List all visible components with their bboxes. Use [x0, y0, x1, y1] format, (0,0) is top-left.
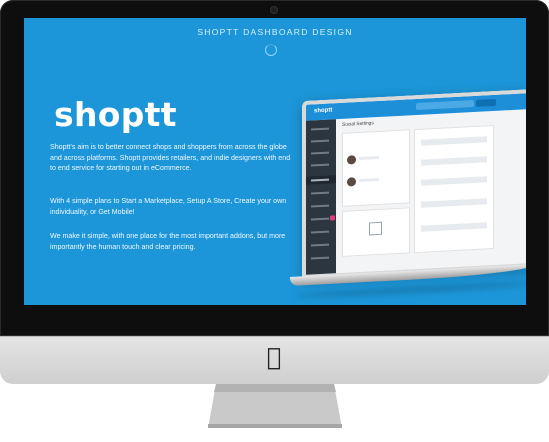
sidebar-item	[311, 151, 329, 155]
dashboard-sidebar	[306, 119, 336, 280]
monitor-stand	[208, 384, 342, 428]
sidebar-item	[311, 243, 329, 247]
avatar	[347, 177, 356, 187]
dashboard-topbar: shoptt	[306, 93, 526, 121]
plans-paragraph: With 4 simple plans to Start a Marketpla…	[50, 197, 287, 216]
sidebar-item	[311, 217, 329, 221]
monitor-bezel: SHOPTT DASHBOARD DESIGN shoptt Shoptt's …	[0, 0, 549, 336]
sidebar-item	[311, 256, 329, 260]
intro-paragraph: Shoptt's aim is to better connect shops …	[50, 143, 291, 172]
settings-card	[414, 124, 494, 254]
settings-field	[421, 136, 487, 146]
upload-card	[342, 207, 410, 257]
avatar	[347, 155, 356, 165]
sidebar-badge	[330, 215, 335, 221]
dashboard-section-heading: Social Settings	[342, 121, 374, 128]
laptop-screen: shoptt Social Settings	[302, 89, 526, 280]
loading-spinner-icon	[265, 44, 277, 56]
settings-field	[421, 222, 487, 232]
dashboard-search-input	[416, 99, 474, 111]
sidebar-item	[311, 163, 329, 167]
profiles-card	[342, 129, 410, 207]
profile-name	[359, 177, 379, 183]
simple-paragraph: We make it simple, with one place for th…	[50, 232, 286, 251]
settings-field	[421, 156, 487, 166]
shoptt-logo: shoptt	[54, 95, 177, 134]
profile-name	[359, 155, 379, 161]
sidebar-item	[311, 230, 329, 234]
stand-shape	[208, 384, 342, 428]
screen: SHOPTT DASHBOARD DESIGN shoptt Shoptt's …	[24, 18, 526, 305]
sidebar-item	[311, 191, 329, 195]
image-placeholder-icon	[369, 221, 382, 236]
apple-logo-icon: 	[263, 344, 285, 370]
dashboard-search-button	[476, 98, 496, 107]
sidebar-item	[311, 139, 329, 143]
dashboard-brand: shoptt	[314, 107, 333, 115]
sidebar-item	[311, 204, 329, 208]
page-title: SHOPTT DASHBOARD DESIGN	[197, 27, 353, 37]
chin-divider	[0, 336, 549, 337]
settings-field	[421, 176, 487, 186]
sidebar-item	[311, 127, 329, 131]
settings-field	[421, 198, 487, 208]
camera-icon	[270, 6, 278, 14]
imac-device: SHOPTT DASHBOARD DESIGN shoptt Shoptt's …	[0, 0, 549, 442]
